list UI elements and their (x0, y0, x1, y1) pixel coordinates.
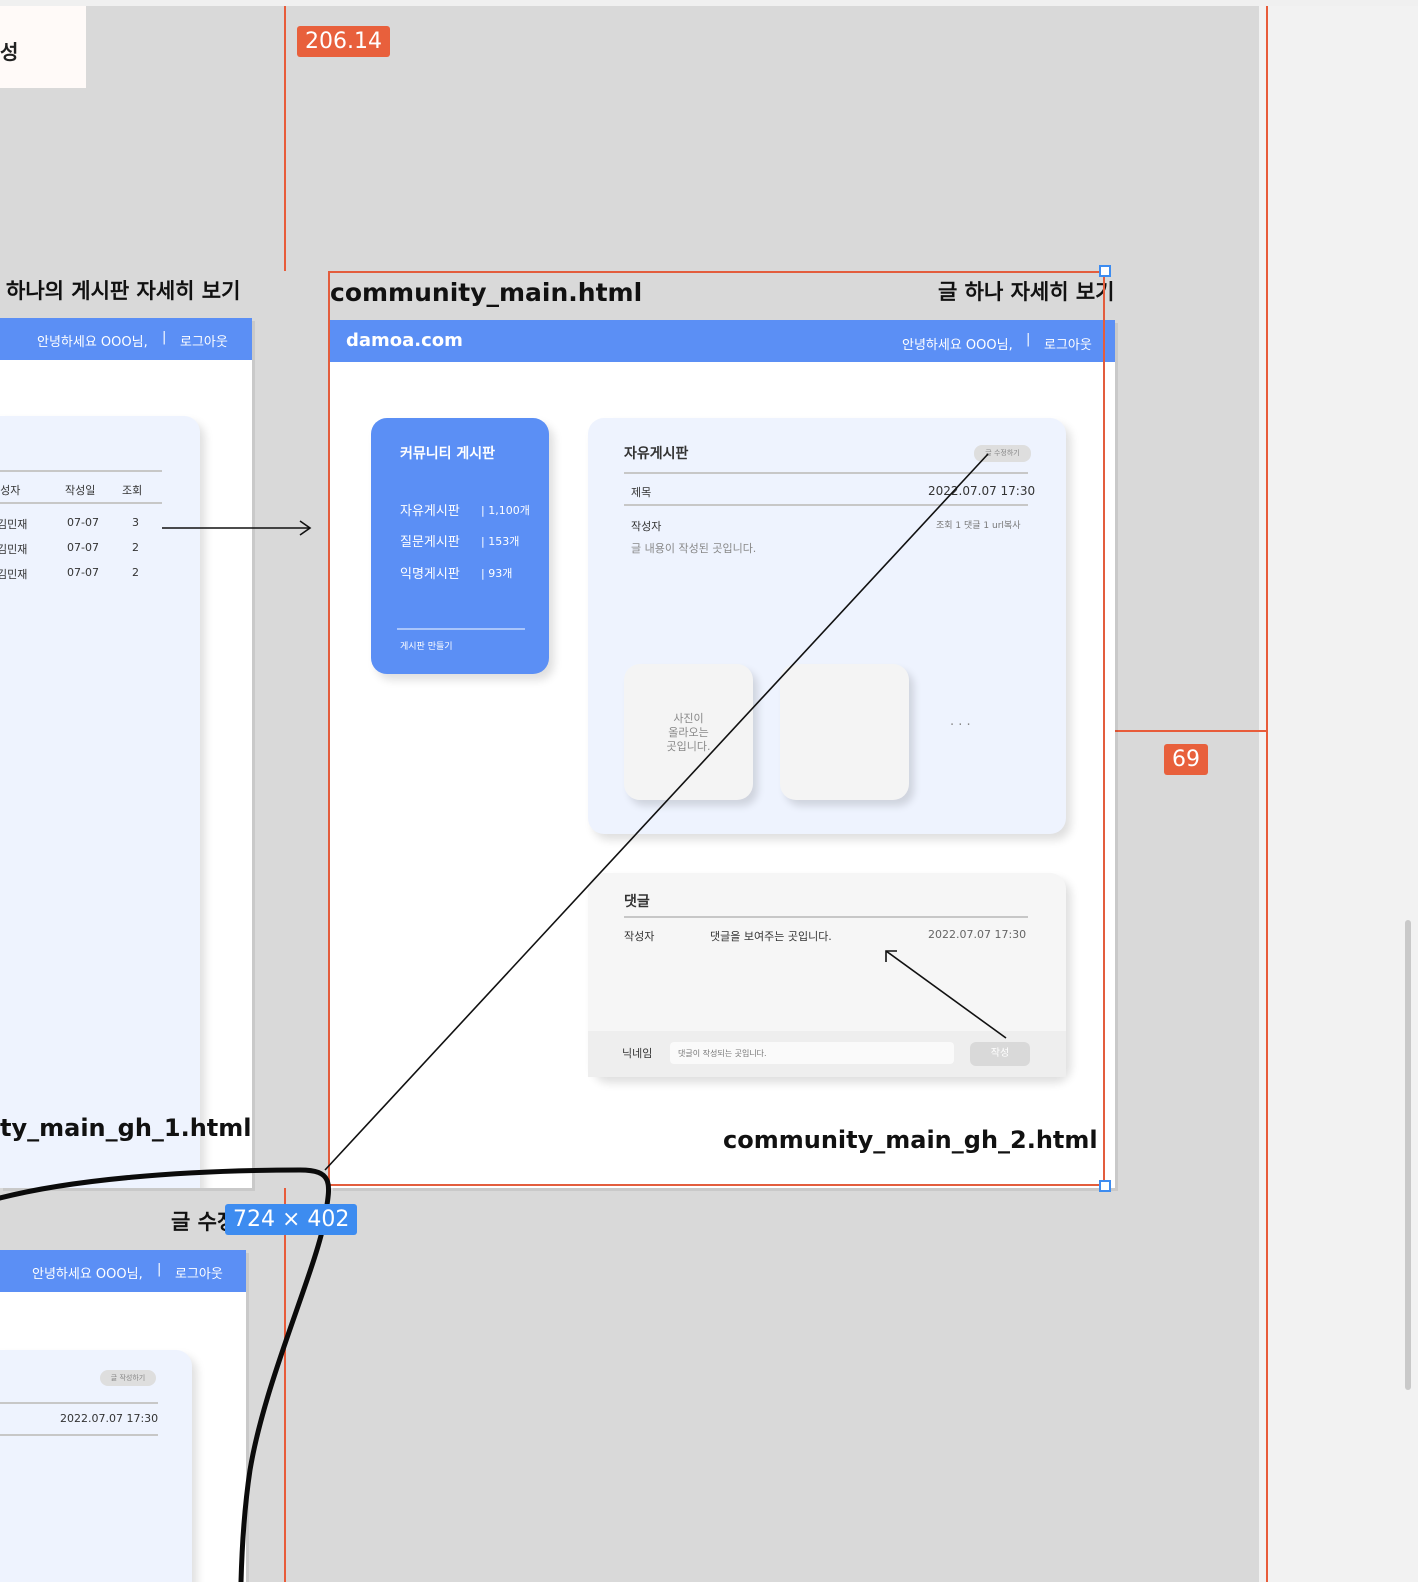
arrow-comment-to-list (885, 950, 1007, 1039)
connector-overlay (0, 453, 1007, 1582)
link-edit-to-edit-page (324, 453, 989, 1171)
arrow-left-to-main (162, 520, 312, 536)
measurement-badge-top: 206.14 (297, 26, 390, 57)
selection-dimension-badge: 724 × 402 (225, 1204, 358, 1235)
measurement-badge-right: 69 (1164, 744, 1208, 775)
